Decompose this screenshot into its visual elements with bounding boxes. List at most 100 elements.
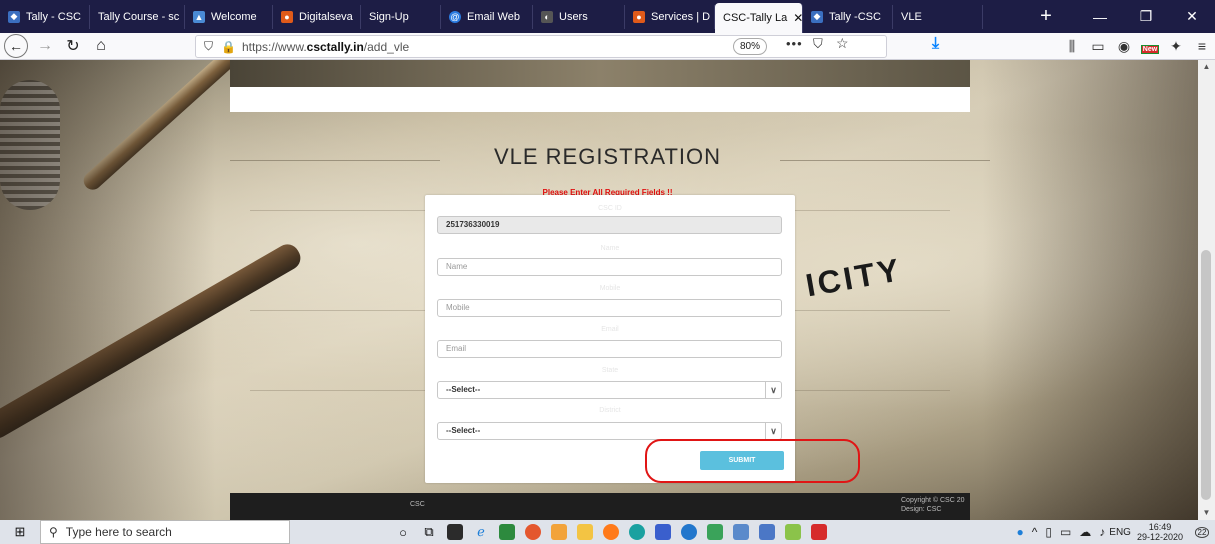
district-select[interactable]: --Select-- ∨ <box>437 422 782 440</box>
cortana-icon[interactable]: ○ <box>390 520 416 544</box>
field-label: District <box>599 407 621 414</box>
footer-copyright: Copyright © CSC 20 Design: CSC <box>901 497 965 513</box>
tab-users[interactable]: ◐ Users <box>533 4 625 29</box>
back-arrow-icon[interactable]: ← <box>4 34 28 58</box>
taskbar-search-input[interactable]: ⚲ Type here to search <box>40 520 290 544</box>
clock[interactable]: 16:49 29-12-2020 <box>1137 522 1183 542</box>
digitalseva-icon: ● <box>281 10 293 23</box>
tab-tally-course[interactable]: Tally Course - sc <box>90 4 185 29</box>
mobile-input[interactable]: Mobile <box>437 299 782 317</box>
notification-icon[interactable]: 22 <box>1189 520 1215 544</box>
minimize-icon[interactable]: — <box>1077 0 1123 33</box>
scroll-thumb[interactable] <box>1201 250 1211 500</box>
field-label: CSC ID <box>598 205 622 212</box>
dip-pen-image <box>0 240 305 443</box>
new-extension-icon[interactable]: New <box>1137 38 1163 54</box>
tab-vle[interactable]: VLE <box>893 4 983 29</box>
language-indicator[interactable]: ENG <box>1109 527 1131 538</box>
battery-icon[interactable]: ▯ <box>1045 525 1052 539</box>
app-tray-icon[interactable]: ● <box>1016 525 1023 539</box>
forward-arrow-icon[interactable]: → <box>31 34 59 58</box>
name-input[interactable]: Name <box>437 258 782 276</box>
edge-icon[interactable] <box>624 520 650 544</box>
tab-tally-csc[interactable]: ◆ Tally - CSC <box>0 4 90 29</box>
header-image-strip <box>230 60 970 87</box>
email-input[interactable]: Email <box>437 340 782 358</box>
chevron-up-icon[interactable]: ^ <box>1032 525 1038 539</box>
csc-id-field: 251736330019 <box>437 216 782 234</box>
background-text: ICITY <box>803 251 905 304</box>
task-view-icon[interactable]: ⧉ <box>416 520 442 544</box>
app-icon[interactable] <box>650 520 676 544</box>
network-icon[interactable]: ▭ <box>1060 525 1071 539</box>
system-tray: ● ^ ▯ ▭ ☁ ♪ ENG 16:49 29-12-2020 22 <box>1012 520 1215 544</box>
scroll-up-icon[interactable]: ▲ <box>1198 60 1215 74</box>
tab-signup[interactable]: Sign-Up <box>361 4 441 29</box>
tab-tally-csc-2[interactable]: ◆ Tally -CSC <box>803 4 893 29</box>
app-icon[interactable] <box>754 520 780 544</box>
app-icon[interactable] <box>702 520 728 544</box>
tab-digitalseva[interactable]: ● Digitalseva <box>273 4 361 29</box>
tab-welcome[interactable]: ▲ Welcome <box>185 4 273 29</box>
app-icon[interactable] <box>494 520 520 544</box>
address-bar[interactable]: ⛉ 🔒 https://www. csctally.in/add_vle 80% … <box>195 35 887 58</box>
page-content: ICITY VLE REGISTRATION Please Enter All … <box>0 60 1198 520</box>
page-scrollbar[interactable]: ▲ ▼ <box>1198 60 1215 520</box>
browser-nav-bar: ← → ↻ ⌂ ⛉ 🔒 https://www. csctally.in/add_… <box>0 33 1215 60</box>
account-icon[interactable]: ◉ <box>1111 38 1137 55</box>
menu-icon[interactable]: ≡ <box>1189 38 1215 54</box>
close-tab-icon[interactable]: ✕ <box>793 11 802 25</box>
tab-csc-tally-active[interactable]: CSC-Tally La ✕ <box>715 3 803 33</box>
acrobat-icon[interactable] <box>806 520 832 544</box>
firefox-icon[interactable] <box>598 520 624 544</box>
tracking-shield-icon[interactable]: ⛉ <box>204 39 213 54</box>
file-explorer-icon[interactable] <box>572 520 598 544</box>
home-icon[interactable]: ⌂ <box>87 34 115 58</box>
annotation-highlight-oval <box>645 439 860 483</box>
field-label: Mobile <box>599 285 621 292</box>
page-footer: CSC Copyright © CSC 20 Design: CSC <box>230 493 970 520</box>
tab-email-web[interactable]: @ Email Web <box>441 4 533 29</box>
chrome-icon[interactable] <box>520 520 546 544</box>
scroll-down-icon[interactable]: ▼ <box>1198 506 1215 520</box>
reload-icon[interactable]: ↻ <box>59 34 87 58</box>
new-tab-button[interactable]: + <box>1030 0 1062 33</box>
library-icon[interactable]: ⫼ <box>1059 38 1085 55</box>
page-actions-icon[interactable]: ••• <box>786 36 803 51</box>
app-icon[interactable] <box>546 520 572 544</box>
pocket-icon[interactable]: ⛉ <box>813 36 823 52</box>
field-label: Email <box>601 326 619 333</box>
field-label: Name <box>600 245 620 252</box>
toolbar-icons: ⫼ ▭ ◉ New ✦ ≡ <box>1059 33 1215 59</box>
footer-brand: CSC <box>410 501 425 508</box>
welcome-icon: ▲ <box>193 10 205 23</box>
zoom-level-badge[interactable]: 80% <box>733 38 768 55</box>
restore-icon[interactable]: ❐ <box>1123 0 1169 33</box>
app-icon[interactable] <box>676 520 702 544</box>
store-icon[interactable] <box>442 520 468 544</box>
close-window-icon[interactable]: ✕ <box>1169 0 1215 33</box>
users-icon: ◐ <box>541 10 553 23</box>
download-icon[interactable]: ⤓ <box>932 35 939 53</box>
sidebar-icon[interactable]: ▭ <box>1085 38 1111 55</box>
bookmark-star-icon[interactable]: ☆ <box>836 35 849 52</box>
extension-icon[interactable]: ✦ <box>1163 38 1189 55</box>
ie-icon[interactable]: ℯ <box>468 520 494 544</box>
state-select[interactable]: --Select-- ∨ <box>437 381 782 399</box>
onedrive-icon[interactable]: ☁ <box>1079 525 1091 539</box>
app-icon[interactable] <box>780 520 806 544</box>
chevron-down-icon: ∨ <box>765 382 781 398</box>
window-controls: — ❐ ✕ <box>1077 0 1215 33</box>
email-icon: @ <box>449 10 461 23</box>
windows-taskbar: ⊞ ⚲ Type here to search ○ ⧉ ℯ ● ^ ▯ ▭ ☁ … <box>0 520 1215 544</box>
volume-icon[interactable]: ♪ <box>1099 525 1105 539</box>
tally-icon: ◆ <box>8 10 20 23</box>
tally-icon: ◆ <box>811 10 823 23</box>
services-icon: ● <box>633 10 645 23</box>
field-label: State <box>601 367 619 374</box>
tab-services[interactable]: ● Services | D <box>625 4 715 29</box>
chevron-down-icon: ∨ <box>765 423 781 439</box>
lock-warning-icon[interactable]: 🔒 <box>221 40 236 54</box>
windows-start-icon[interactable]: ⊞ <box>0 520 40 544</box>
app-icon[interactable] <box>728 520 754 544</box>
